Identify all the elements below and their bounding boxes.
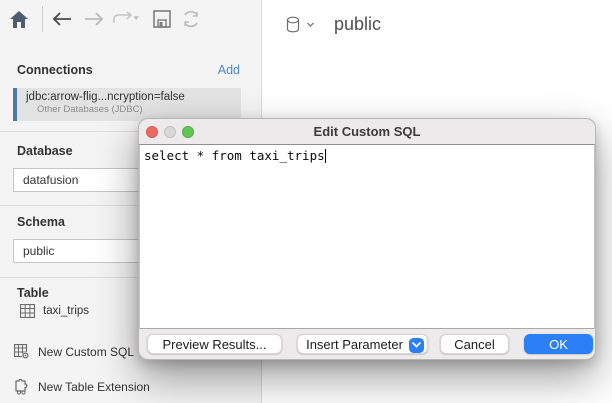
datasource-title: public xyxy=(334,14,381,35)
connection-title: jdbc:arrow-flig...ncryption=false xyxy=(26,91,235,103)
save-icon xyxy=(153,10,171,28)
toolbar xyxy=(0,0,262,42)
window-controls xyxy=(146,126,194,138)
connection-subtitle: Other Databases (JDBC) xyxy=(37,104,235,115)
database-cylinder-icon[interactable] xyxy=(286,16,301,34)
chevron-down-icon[interactable] xyxy=(307,22,314,27)
preview-results-button[interactable]: Preview Results... xyxy=(147,334,282,354)
table-item-taxi-trips[interactable]: taxi_trips xyxy=(20,304,89,318)
add-connection-link[interactable]: Add xyxy=(218,63,240,77)
cancel-button[interactable]: Cancel xyxy=(440,334,509,354)
refresh-icon xyxy=(181,9,201,29)
table-grid-icon xyxy=(20,304,35,318)
forward-arrow-icon xyxy=(84,11,104,27)
toolbar-divider xyxy=(42,6,43,32)
schema-label: Schema xyxy=(17,215,65,229)
table-extension-icon xyxy=(14,379,30,395)
insert-parameter-label: Insert Parameter xyxy=(306,337,403,352)
insert-parameter-button[interactable]: Insert Parameter xyxy=(297,334,428,354)
dialog-titlebar[interactable]: Edit Custom SQL xyxy=(139,119,595,144)
table-item-label: taxi_trips xyxy=(43,305,89,317)
connections-header: Connections xyxy=(17,63,93,77)
dialog-footer: Preview Results... Insert Parameter Canc… xyxy=(139,329,595,359)
minimize-icon[interactable] xyxy=(164,126,176,138)
home-icon xyxy=(9,10,29,29)
sql-editor[interactable]: select * from taxi_trips xyxy=(139,144,595,329)
back-button[interactable] xyxy=(51,8,73,30)
connection-item[interactable]: jdbc:arrow-flig...ncryption=false Other … xyxy=(13,88,241,121)
redo-icon xyxy=(112,11,142,27)
save-button[interactable] xyxy=(151,8,173,30)
database-select-value: datafusion xyxy=(23,173,78,187)
forward-button[interactable] xyxy=(83,8,105,30)
refresh-button[interactable] xyxy=(180,8,202,30)
database-label: Database xyxy=(17,144,73,158)
text-cursor xyxy=(325,149,326,163)
ok-button[interactable]: OK xyxy=(524,334,593,354)
edit-custom-sql-dialog: Edit Custom SQL select * from taxi_trips… xyxy=(138,118,596,360)
chevron-down-icon xyxy=(412,342,421,348)
dialog-title: Edit Custom SQL xyxy=(314,124,421,139)
schema-select-value: public xyxy=(23,244,54,258)
close-icon[interactable] xyxy=(146,126,158,138)
table-label: Table xyxy=(17,286,49,300)
insert-parameter-chevron-badge[interactable] xyxy=(409,338,424,353)
new-custom-sql-button[interactable]: New Custom SQL xyxy=(14,344,134,360)
zoom-icon[interactable] xyxy=(182,126,194,138)
table-gear-icon xyxy=(14,344,30,360)
redo-button[interactable] xyxy=(112,8,142,30)
home-button[interactable] xyxy=(8,8,30,30)
datasource-header: public xyxy=(286,14,381,35)
new-table-extension-button[interactable]: New Table Extension xyxy=(14,379,150,395)
sql-text: select * from taxi_trips xyxy=(144,148,325,163)
new-custom-sql-label: New Custom SQL xyxy=(38,345,134,359)
new-table-extension-label: New Table Extension xyxy=(38,380,150,394)
back-arrow-icon xyxy=(52,11,72,27)
